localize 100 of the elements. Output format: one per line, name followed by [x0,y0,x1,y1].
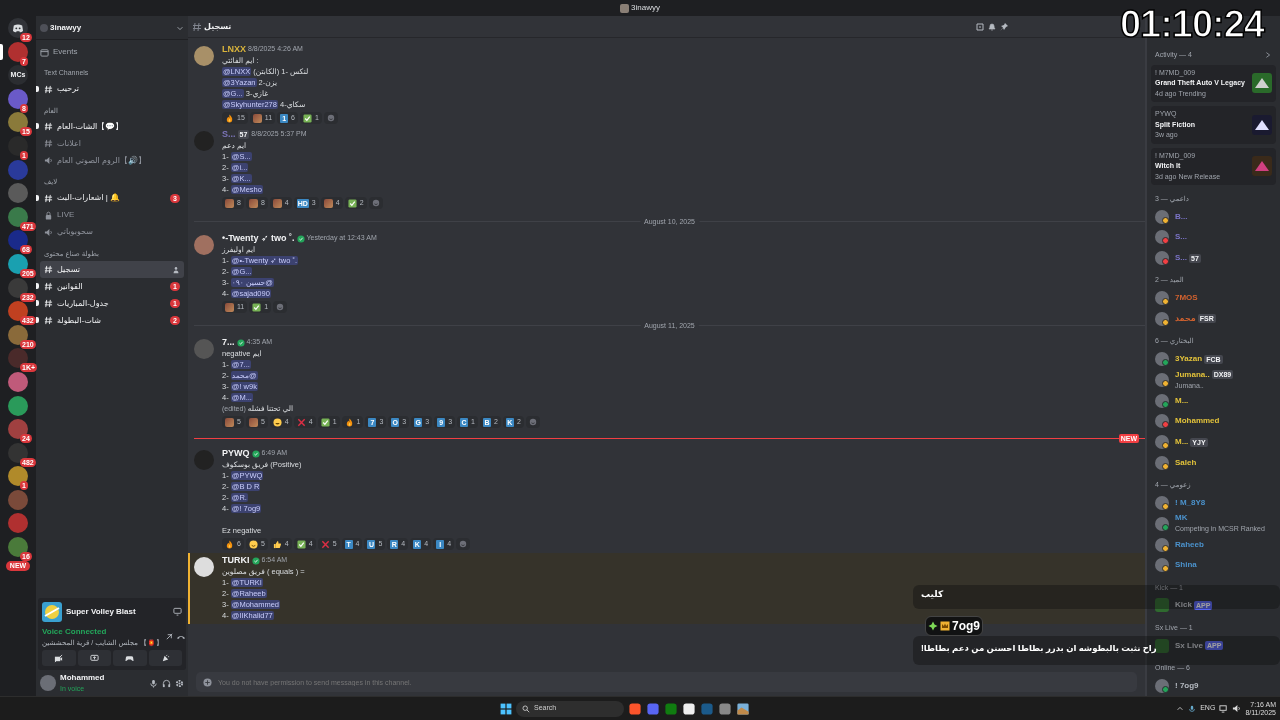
member-name[interactable]: M... [1175,436,1189,449]
cross-icon [296,417,306,427]
author-name[interactable]: PYWQ [222,446,250,461]
member-name[interactable]: 3Yazan [1175,353,1203,366]
network-icon[interactable] [1219,704,1229,713]
noise-suppression-icon[interactable] [164,632,174,642]
microphone-icon[interactable] [1188,704,1197,713]
user-avatar[interactable] [194,46,214,66]
channel-item[interactable]: اعلانات [40,135,184,152]
channel-item[interactable]: الروم الصوتي العام【🔊】 [40,152,184,169]
headphones-icon[interactable] [162,678,171,688]
member-avatar[interactable] [1155,291,1169,306]
emoji-image [225,198,234,208]
author-name[interactable]: TURKI [222,553,250,568]
emoji-image [252,113,262,123]
soundboard-button[interactable] [148,650,182,666]
member-name[interactable]: M... [1175,394,1189,407]
add-reaction-button[interactable] [368,197,383,209]
member-avatar[interactable] [1155,372,1169,387]
camera-off-icon [54,653,64,663]
events-link[interactable]: Events [36,44,188,60]
member-avatar[interactable] [1155,209,1169,224]
server-icon[interactable] [8,88,28,109]
server-name: 3inawyy [50,21,83,34]
plus-icon[interactable] [203,677,212,687]
username: Mohammed [60,671,106,684]
member-avatar[interactable] [1155,393,1169,408]
hash-icon [44,122,53,131]
member-avatar[interactable] [1155,414,1169,429]
member-name[interactable]: Kick [1175,599,1192,612]
microphone-icon[interactable] [149,678,158,688]
start-icon[interactable] [500,702,512,715]
pin-icon[interactable] [999,21,1009,32]
screen-icon[interactable] [173,607,182,616]
add-reaction-button[interactable] [456,538,471,550]
server-icon[interactable] [8,112,28,133]
laughing-face-icon [272,417,282,427]
server-icon[interactable] [8,230,28,251]
add-reaction-button[interactable] [525,416,540,428]
calendar-icon [40,47,49,57]
chat-message: راح نثبت بالبطوشه ان بدرر بطاطا احسنن من دعم بطاطا! [921,643,1157,653]
member-avatar[interactable] [1155,251,1169,266]
user-avatar[interactable] [194,557,214,577]
channel-item[interactable]: تسجيل [40,261,184,278]
camera-button[interactable] [42,650,76,666]
member-name[interactable]: ! 7og9 [1175,679,1199,692]
author-name[interactable]: •-Twenty ➶ two ˚. [222,231,295,246]
member-avatar[interactable] [1155,537,1169,552]
member-name[interactable]: 7MOS [1175,292,1198,305]
screen-share-button[interactable] [77,650,111,666]
member-avatar[interactable] [1155,516,1169,531]
hash-icon [44,282,53,291]
server-icon[interactable] [8,419,28,440]
member-avatar[interactable] [1155,678,1169,693]
member-avatar[interactable] [1155,558,1169,573]
member-name[interactable]: Mohammed [1175,415,1220,428]
member-avatar[interactable] [1155,455,1169,470]
verified-badge-icon [296,234,305,243]
speaker-icon [44,227,53,237]
member-avatar[interactable] [1155,435,1169,450]
server-icon[interactable] [8,537,28,558]
member-name[interactable]: MK [1175,512,1188,525]
member-avatar[interactable] [1155,495,1169,510]
smiling-face-icon [248,539,258,549]
fire-icon [344,417,354,427]
add-reaction-button[interactable] [273,301,288,313]
member-name[interactable]: Raheeb [1175,538,1204,551]
settings-icon[interactable] [175,678,184,688]
activity-button[interactable] [113,650,147,666]
verified-badge-icon [251,556,260,565]
chatter-badge: 7og9 [925,616,983,636]
threads-icon[interactable] [975,21,985,32]
member-name[interactable]: محمد [1175,312,1196,325]
author-name[interactable]: LNXX [222,42,246,57]
search-icon [522,704,530,713]
invite-icon[interactable] [172,265,180,274]
server-icon[interactable] [8,466,28,487]
channel-item[interactable]: LIVE [40,206,184,224]
member-name[interactable]: Shina [1175,559,1197,572]
checkmark-icon [303,113,312,123]
chevron-right-icon[interactable] [1264,51,1272,60]
member-avatar[interactable] [1155,352,1169,367]
add-reaction-button[interactable] [323,112,338,124]
volume-icon[interactable] [1232,704,1242,713]
window-title: 3inawyy [631,2,660,14]
author-name[interactable]: 7... [222,335,235,350]
channel-item[interactable]: سحوبوباتي [40,223,184,241]
member-avatar[interactable] [1155,311,1169,326]
cross-icon [320,539,330,549]
hash-icon [44,139,53,148]
server-icon[interactable] [8,395,28,416]
bell-icon[interactable] [987,21,997,32]
member-name[interactable]: Sx Live [1175,639,1203,652]
fire-icon [225,539,234,549]
member-name[interactable]: Saleh [1175,456,1197,469]
member-avatar[interactable] [1155,230,1169,245]
member-name[interactable]: Jumana.. [1175,368,1210,381]
member-name[interactable]: ! M_8Y8 [1175,496,1206,509]
discord-home-button[interactable] [8,18,28,38]
chevron-up-icon[interactable] [1176,704,1185,713]
